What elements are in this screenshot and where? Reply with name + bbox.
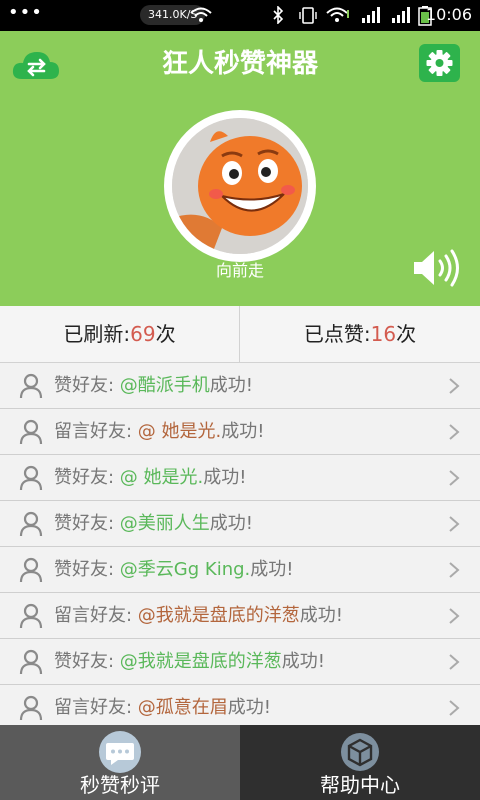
list-item[interactable]: 留言好友: @ 她是光.成功! (0, 409, 480, 455)
user-icon (19, 557, 43, 583)
liked-unit: 次 (396, 322, 417, 346)
action-label: 赞好友: (54, 651, 120, 672)
user-icon (19, 373, 43, 399)
list-item[interactable]: 赞好友: @我就是盘底的洋葱成功! (0, 639, 480, 685)
list-item[interactable]: 赞好友: @美丽人生成功! (0, 501, 480, 547)
chevron-right-icon (449, 424, 460, 440)
result-label: 成功! (299, 605, 344, 626)
action-label: 赞好友: (54, 467, 120, 488)
action-label: 留言好友: (54, 605, 138, 626)
result-label: 成功! (221, 421, 265, 442)
tab-like-comment-label: 秒赞秒评 (80, 773, 160, 797)
friend-name: @我就是盘底的洋葱 (137, 605, 300, 626)
user-icon (19, 511, 43, 537)
action-label: 赞好友: (54, 375, 120, 396)
refreshed-count: 69 (130, 322, 156, 346)
result-label: 成功! (209, 513, 254, 534)
result-label: 成功! (250, 559, 294, 580)
speaker-icon[interactable] (412, 248, 464, 288)
chevron-right-icon (449, 470, 460, 486)
chevron-right-icon (449, 516, 460, 532)
avatar[interactable] (164, 110, 316, 262)
tab-help-center[interactable]: 帮助中心 (240, 725, 480, 800)
refreshed-stat: 已刷新:69次 (0, 306, 240, 363)
user-icon (19, 603, 43, 629)
friend-name: @季云Gg King. (119, 559, 251, 580)
chevron-right-icon (449, 654, 460, 670)
user-icon (19, 465, 43, 491)
friend-name: @孤意在眉 (137, 697, 228, 718)
wifi-signal-icon (326, 7, 349, 22)
tab-help-center-label: 帮助中心 (320, 773, 400, 797)
friend-name: @酷派手机 (119, 375, 210, 396)
user-icon (19, 649, 43, 675)
bottom-nav: 秒赞秒评 帮助中心 (0, 725, 480, 800)
friend-name: @我就是盘底的洋葱 (119, 651, 282, 672)
stats-bar: 已刷新:69次 已点赞:16次 (0, 306, 480, 363)
list-item[interactable]: 留言好友: @我就是盘底的洋葱成功! (0, 593, 480, 639)
chevron-right-icon (449, 562, 460, 578)
list-item[interactable]: 赞好友: @季云Gg King.成功! (0, 547, 480, 593)
username-label: 向前走 (215, 261, 264, 280)
user-icon (19, 419, 43, 445)
overflow-dots-icon: ••• (8, 2, 43, 23)
friend-name: @ 她是光. (119, 467, 204, 488)
result-label: 成功! (209, 375, 254, 396)
list-item[interactable]: 留言好友: @孤意在眉成功! (0, 685, 480, 725)
gear-icon (426, 50, 453, 76)
liked-stat: 已点赞:16次 (240, 306, 480, 363)
list-item[interactable]: 赞好友: @酷派手机成功! (0, 363, 480, 409)
wifi-icon (190, 7, 212, 22)
chevron-right-icon (449, 700, 460, 716)
bluetooth-icon (273, 6, 284, 24)
result-label: 成功! (227, 697, 272, 718)
app-title: 狂人秒赞神器 (161, 49, 318, 79)
result-label: 成功! (281, 651, 326, 672)
result-label: 成功! (203, 467, 247, 488)
chevron-right-icon (449, 378, 460, 394)
refreshed-unit: 次 (155, 322, 176, 346)
chat-bubble-icon (99, 731, 141, 773)
clock: 10:06 (425, 5, 472, 24)
activity-log-list[interactable]: 赞好友: @酷派手机成功! 留言好友: @ 她是光.成功! 赞好友: @ 她是光… (0, 363, 480, 725)
avatar-image (172, 118, 308, 254)
action-label: 赞好友: (54, 559, 120, 580)
friend-name: @ 她是光. (137, 421, 222, 442)
refreshed-label: 已刷新: (63, 322, 131, 346)
cell-signal-icon (362, 7, 380, 23)
liked-label: 已点赞: (303, 322, 371, 346)
list-item[interactable]: 赞好友: @ 她是光.成功! (0, 455, 480, 501)
profile-header: 狂人秒赞神器 向前走 (0, 31, 480, 306)
action-label: 赞好友: (54, 513, 120, 534)
box-icon (341, 733, 379, 771)
friend-name: @美丽人生 (119, 513, 210, 534)
user-icon (19, 695, 43, 721)
chevron-right-icon (449, 608, 460, 624)
tab-like-comment[interactable]: 秒赞秒评 (0, 725, 240, 800)
action-label: 留言好友: (54, 697, 138, 718)
vibrate-icon (299, 7, 317, 24)
cell-signal-2-icon (392, 7, 410, 23)
settings-button[interactable] (419, 44, 460, 82)
status-bar: ••• 341.0K/S 10:06 (0, 0, 480, 31)
action-label: 留言好友: (54, 421, 138, 442)
liked-count: 16 (370, 322, 397, 346)
